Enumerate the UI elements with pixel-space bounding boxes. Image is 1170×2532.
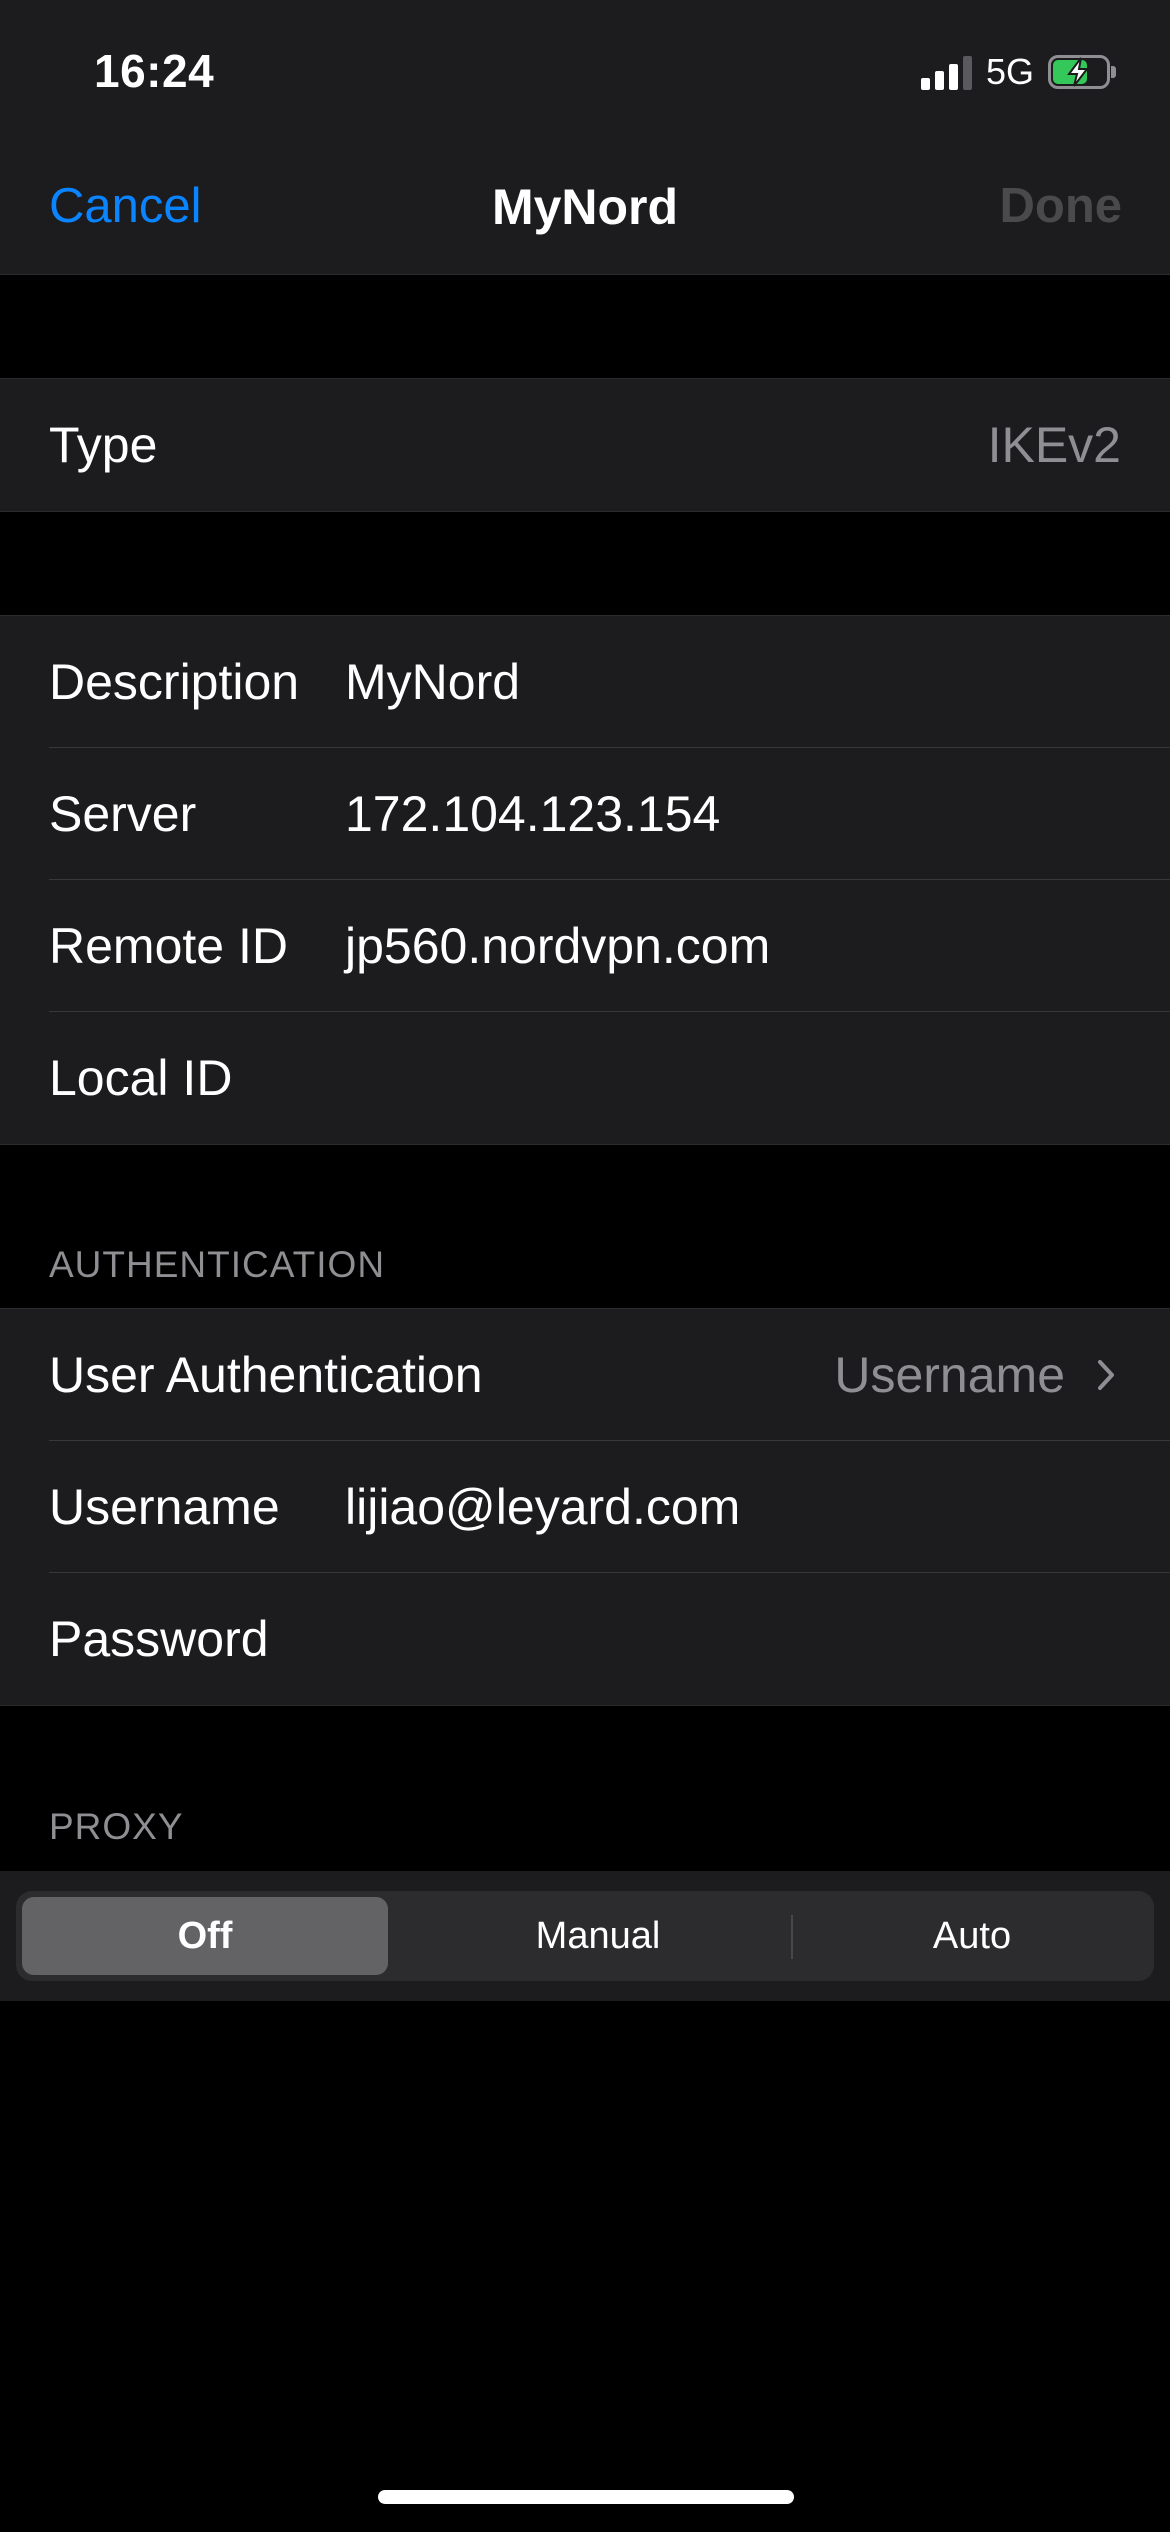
user-authentication-value: Username — [834, 1347, 1065, 1403]
proxy-cell: Off Manual Auto — [0, 1871, 1170, 2001]
local-id-row: Local ID — [0, 1012, 1170, 1144]
proxy-option-manual[interactable]: Manual — [408, 1891, 788, 1981]
proxy-section-header: PROXY — [49, 1806, 184, 1847]
remote-id-label: Remote ID — [49, 918, 288, 974]
user-authentication-row[interactable]: User Authentication Username — [0, 1309, 1170, 1441]
proxy-segmented-control: Off Manual Auto — [16, 1891, 1154, 1981]
segment-divider — [791, 1915, 793, 1959]
cellular-signal-icon — [920, 54, 972, 90]
server-field[interactable]: 172.104.123.154 — [345, 748, 720, 880]
status-bar: 16:24 5G — [0, 0, 1170, 150]
authentication-section-header: AUTHENTICATION — [49, 1244, 386, 1285]
status-icons: 5G — [920, 51, 1116, 92]
description-label: Description — [49, 654, 300, 710]
type-value: IKEv2 — [987, 417, 1121, 473]
username-row: Username lijiao@leyard.com — [0, 1441, 1170, 1573]
done-button[interactable]: Done — [1000, 178, 1123, 234]
description-field[interactable]: MyNord — [345, 616, 520, 748]
server-row: Server 172.104.123.154 — [0, 748, 1170, 880]
battery-charging-icon — [1048, 55, 1116, 89]
user-authentication-label: User Authentication — [49, 1347, 483, 1403]
status-time: 16:24 — [94, 45, 215, 97]
username-label: Username — [49, 1479, 280, 1535]
type-group: Type IKEv2 — [0, 378, 1170, 512]
type-label: Type — [49, 417, 158, 473]
remote-id-row: Remote ID jp560.nordvpn.com — [0, 880, 1170, 1012]
local-id-label: Local ID — [49, 1050, 233, 1106]
remote-id-field[interactable]: jp560.nordvpn.com — [345, 880, 770, 1012]
password-row: Password — [0, 1573, 1170, 1705]
page-title: MyNord — [491, 179, 679, 235]
proxy-option-off[interactable]: Off — [22, 1897, 388, 1975]
navigation-bar: Cancel MyNord Done — [0, 150, 1170, 275]
proxy-option-auto[interactable]: Auto — [794, 1891, 1150, 1981]
chevron-right-icon — [1098, 1360, 1114, 1390]
connection-group: Description MyNord Server 172.104.123.15… — [0, 615, 1170, 1145]
description-row: Description MyNord — [0, 616, 1170, 748]
type-row[interactable]: Type IKEv2 — [0, 379, 1170, 511]
password-label: Password — [49, 1611, 269, 1667]
network-type: 5G — [985, 51, 1034, 92]
username-field[interactable]: lijiao@leyard.com — [345, 1441, 740, 1573]
home-indicator[interactable] — [378, 2490, 794, 2504]
authentication-group: User Authentication Username Username li… — [0, 1308, 1170, 1706]
server-label: Server — [49, 786, 197, 842]
